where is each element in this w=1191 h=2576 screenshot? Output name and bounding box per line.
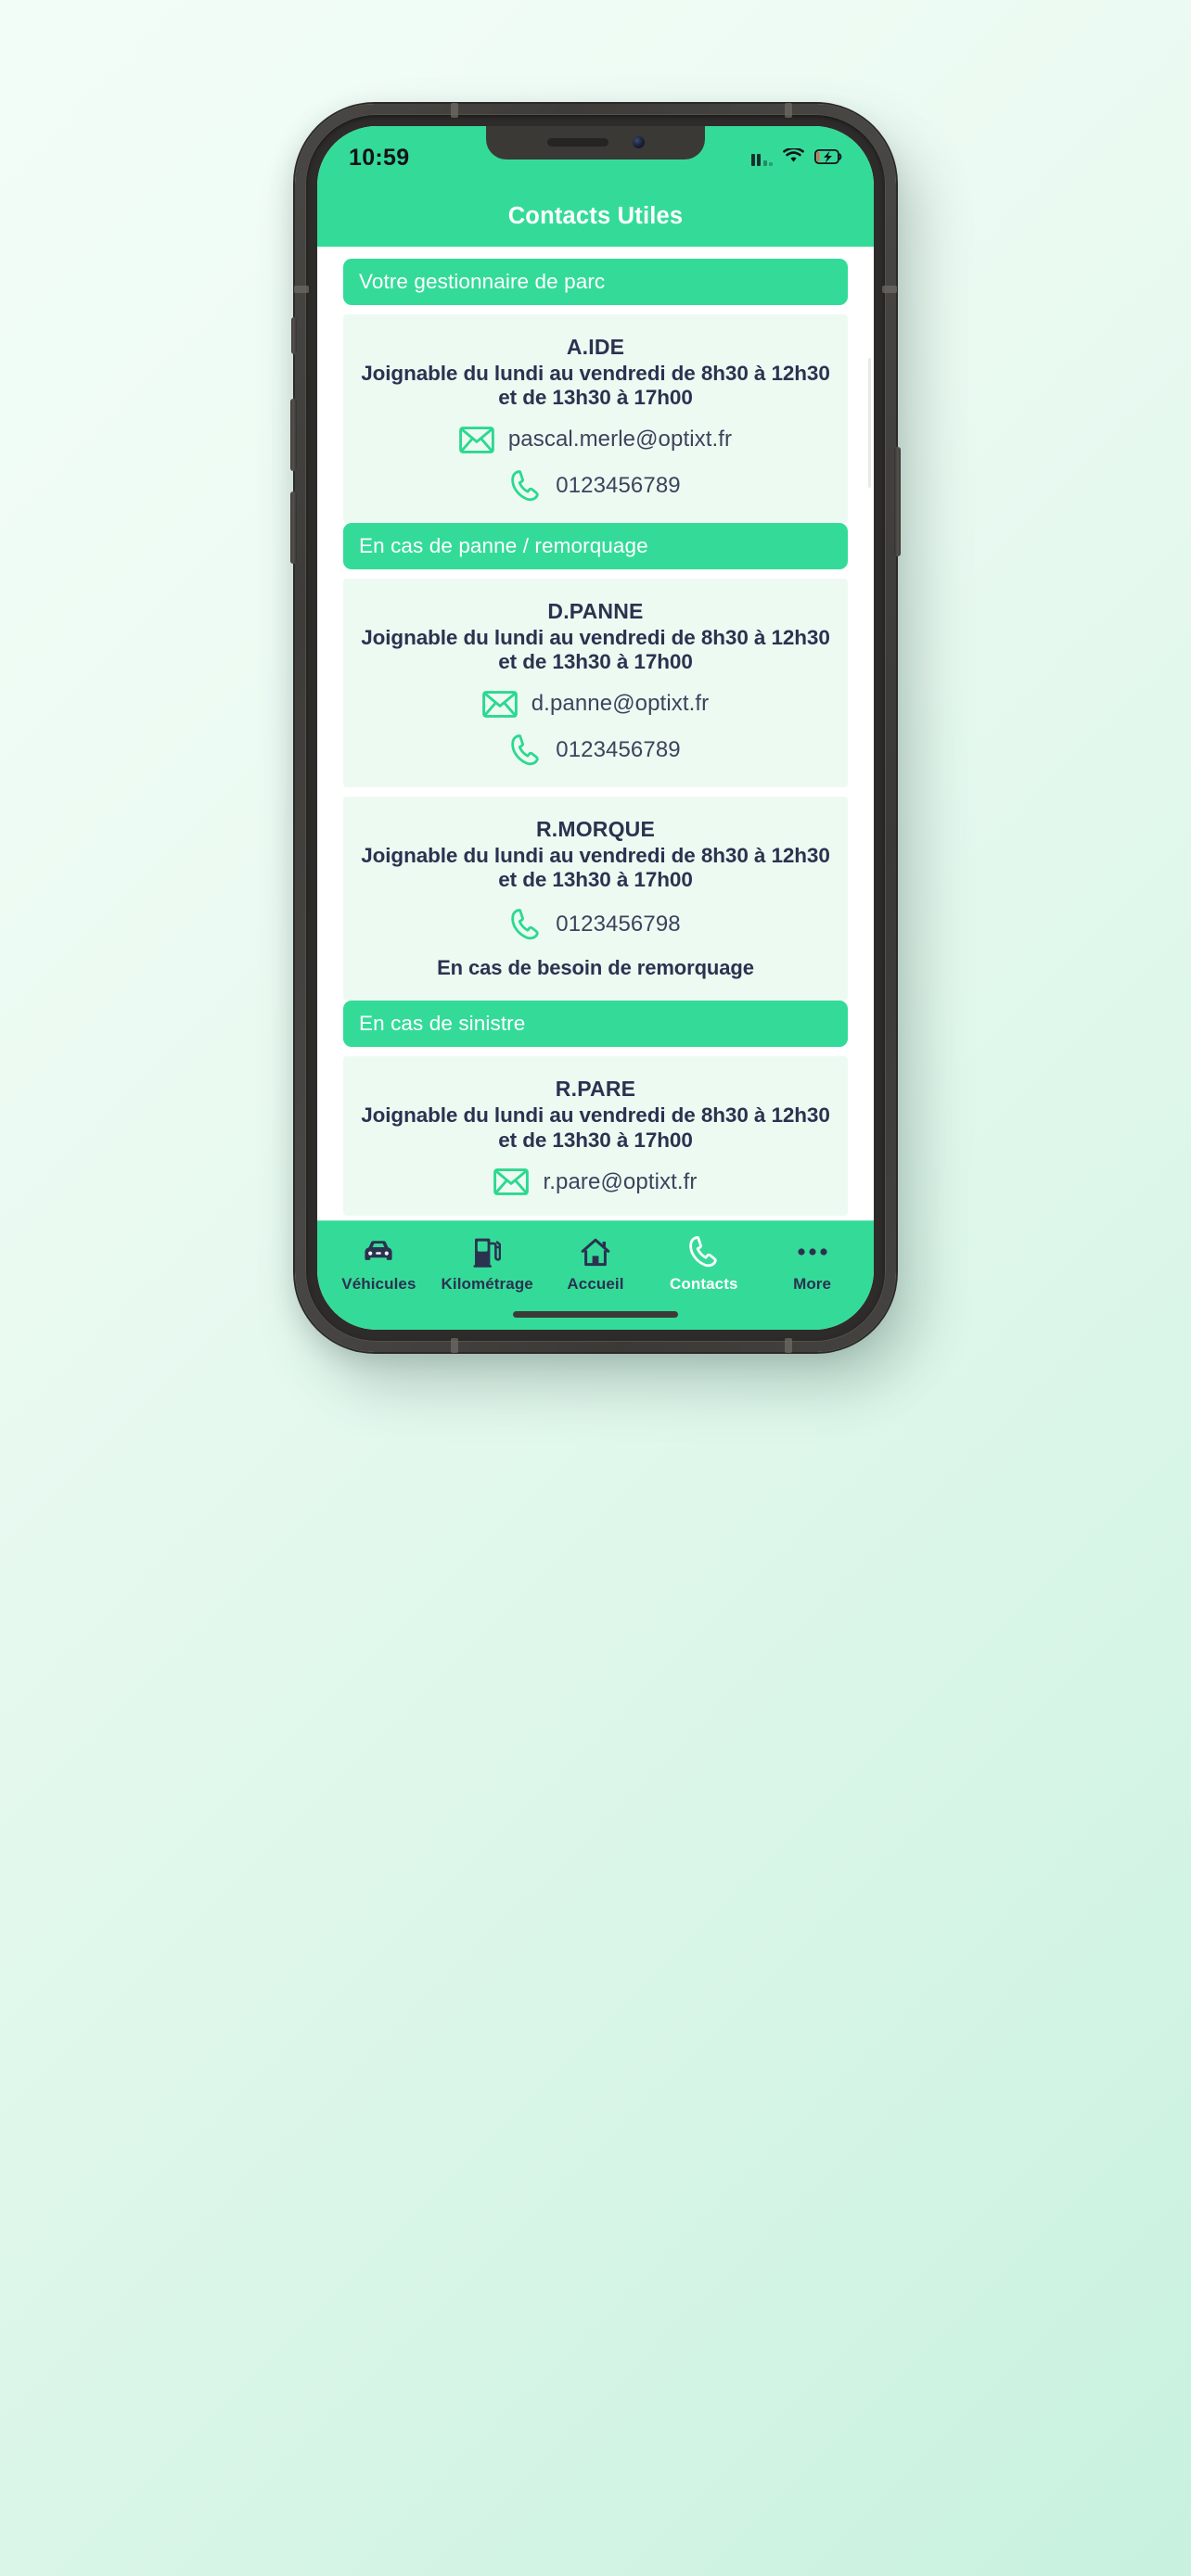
power-button[interactable] xyxy=(894,447,901,556)
tab-kilomtrage[interactable]: Kilométrage xyxy=(433,1236,542,1294)
contact-phone-text: 0123456789 xyxy=(556,472,681,498)
envelope-icon xyxy=(458,426,494,453)
contact-name: R.MORQUE xyxy=(535,816,656,841)
contact-phone-row[interactable]: 0123456789 xyxy=(360,733,831,767)
envelope-icon xyxy=(493,1168,530,1195)
front-camera-icon xyxy=(632,135,645,148)
fuel-pump-icon xyxy=(473,1236,502,1268)
notch xyxy=(486,126,705,159)
car-icon xyxy=(363,1236,394,1268)
phone-icon xyxy=(688,1236,720,1268)
antenna-seam xyxy=(451,103,458,118)
tab-label: Véhicules xyxy=(341,1275,416,1293)
envelope-icon xyxy=(481,690,518,718)
contact-card: A.IDE Joignable du lundi au vendredi de … xyxy=(343,314,848,523)
contacts-list-scroll[interactable]: Votre gestionnaire de parc A.IDE Joignabl… xyxy=(317,247,874,1220)
earpiece-speaker-icon xyxy=(546,137,608,147)
antenna-seam xyxy=(785,103,792,118)
status-bar-clock: 10:59 xyxy=(349,145,410,171)
ellipsis-icon xyxy=(797,1236,828,1268)
tab-label: Kilométrage xyxy=(441,1275,533,1293)
section-header-label: En cas de sinistre xyxy=(359,1012,526,1036)
scrollbar-thumb[interactable] xyxy=(868,358,871,488)
tab-more[interactable]: More xyxy=(758,1236,866,1294)
phone-device: 10:59 Contacts Utiles Votre gestionnaire… xyxy=(290,103,901,1353)
contact-card: D.PANNE Joignable du lundi au vendredi d… xyxy=(343,578,848,787)
contact-name: R.PARE xyxy=(555,1077,636,1102)
antenna-seam xyxy=(882,286,897,293)
contact-card: R.MORQUE Joignable du lundi au vendredi … xyxy=(343,796,848,1001)
status-bar-icons xyxy=(750,147,843,169)
phone-icon xyxy=(510,733,542,767)
silent-switch-button[interactable] xyxy=(291,317,297,354)
phone-icon xyxy=(510,469,542,503)
contact-hours: Joignable du lundi au vendredi de 8h30 à… xyxy=(361,625,830,674)
contact-note: En cas de besoin de remorquage xyxy=(437,956,754,980)
tab-vhicules[interactable]: Véhicules xyxy=(325,1236,433,1294)
contact-phone-text: 0123456798 xyxy=(556,912,681,937)
contact-phone-row[interactable]: 0123456798 xyxy=(360,908,831,941)
home-indicator[interactable] xyxy=(513,1311,678,1318)
contact-phone-text: 0123456789 xyxy=(556,736,681,762)
contact-phone-row[interactable]: 0123456789 xyxy=(360,469,831,503)
status-bar: 10:59 xyxy=(317,126,874,185)
contact-email-row[interactable]: r.pare@optixt.fr xyxy=(360,1168,831,1195)
section-header: En cas de sinistre xyxy=(343,1001,848,1048)
contact-hours: Joignable du lundi au vendredi de 8h30 à… xyxy=(361,843,830,891)
contact-email-row[interactable]: d.panne@optixt.fr xyxy=(360,690,831,718)
tab-label: More xyxy=(793,1275,832,1293)
contact-hours: Joignable du lundi au vendredi de 8h30 à… xyxy=(361,362,830,410)
section-header: En cas de panne / remorquage xyxy=(343,522,848,569)
contact-email-text: d.panne@optixt.fr xyxy=(531,691,710,716)
section-header-label: Votre gestionnaire de parc xyxy=(359,270,606,293)
contact-email-text: pascal.merle@optixt.fr xyxy=(507,427,733,453)
antenna-seam xyxy=(785,1338,792,1353)
cellular-signal-icon xyxy=(750,151,773,166)
tab-label: Contacts xyxy=(670,1275,738,1293)
home-icon xyxy=(581,1236,610,1268)
app-header: Contacts Utiles xyxy=(317,185,874,247)
battery-charging-icon xyxy=(813,148,842,169)
phone-screen: 10:59 Contacts Utiles Votre gestionnaire… xyxy=(317,126,874,1330)
volume-down-button[interactable] xyxy=(290,491,297,564)
sections-container: Votre gestionnaire de parc A.IDE Joignabl… xyxy=(317,259,874,1216)
section-header: Votre gestionnaire de parc xyxy=(343,259,848,305)
bottom-tab-bar: Véhicules Kilométrage Accueil Contacts M… xyxy=(317,1220,874,1330)
contact-name: D.PANNE xyxy=(547,598,644,623)
contact-email-row[interactable]: pascal.merle@optixt.fr xyxy=(360,426,831,453)
tab-accueil[interactable]: Accueil xyxy=(542,1236,650,1294)
contact-name: A.IDE xyxy=(566,335,625,359)
tab-label: Accueil xyxy=(567,1275,624,1293)
volume-up-button[interactable] xyxy=(290,399,297,471)
section-header-label: En cas de panne / remorquage xyxy=(359,533,648,557)
contact-card: R.PARE Joignable du lundi au vendredi de… xyxy=(343,1056,848,1216)
antenna-seam xyxy=(451,1338,458,1353)
contact-email-text: r.pare@optixt.fr xyxy=(543,1168,698,1194)
antenna-seam xyxy=(294,286,309,293)
tab-contacts[interactable]: Contacts xyxy=(649,1236,758,1294)
wifi-icon xyxy=(783,147,804,169)
phone-icon xyxy=(510,908,542,941)
contact-hours: Joignable du lundi au vendredi de 8h30 à… xyxy=(361,1103,830,1152)
page-title: Contacts Utiles xyxy=(507,202,684,229)
